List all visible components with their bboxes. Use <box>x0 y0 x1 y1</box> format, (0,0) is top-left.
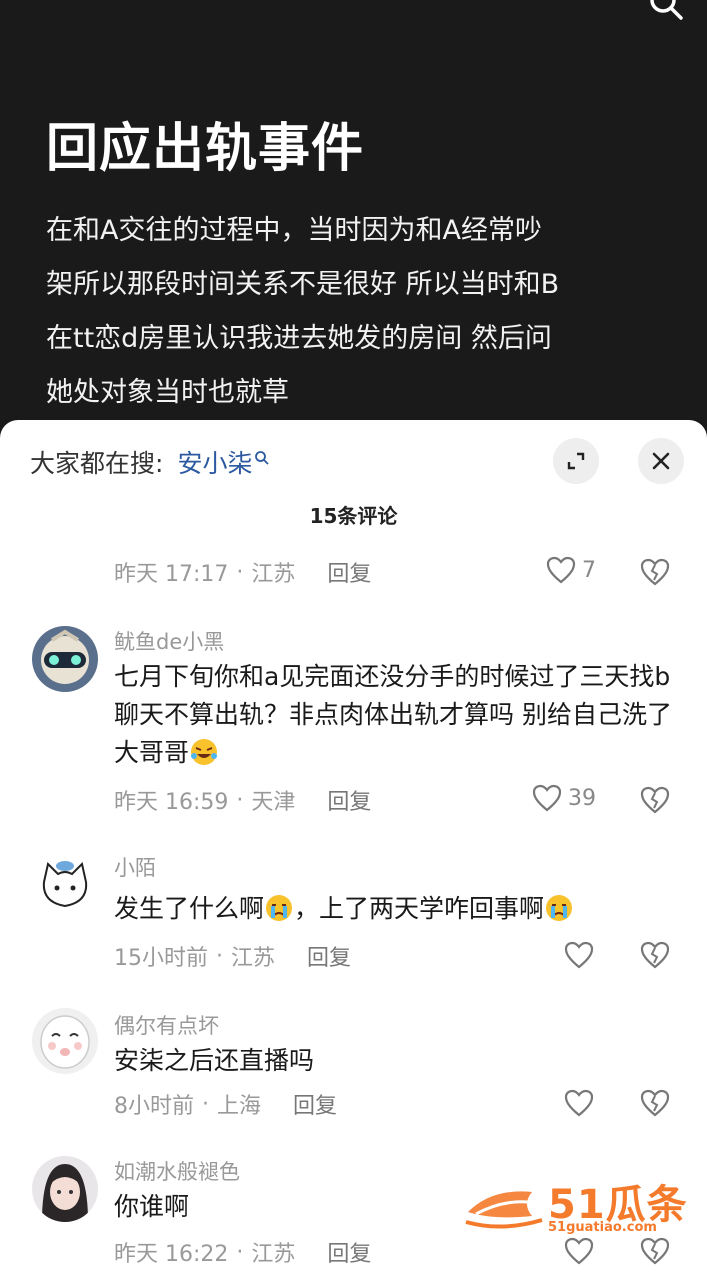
heart-icon <box>532 784 562 812</box>
post-title: 回应出轨事件 <box>46 119 365 179</box>
close-icon <box>652 452 670 470</box>
heart-icon <box>564 941 594 969</box>
avatar[interactable] <box>32 626 98 692</box>
like-count: 39 <box>568 785 596 811</box>
avatar[interactable] <box>32 852 98 918</box>
heart-icon <box>546 556 576 584</box>
post-body: 在和A交往的过程中，当时因为和A经常吵架所以那段时间关系不是很好 所以当时和B在… <box>46 215 560 408</box>
search-prefix: 大家都在搜: <box>30 449 164 478</box>
close-button[interactable] <box>638 438 684 484</box>
comment-location: 江苏 <box>251 562 296 587</box>
reply-button[interactable]: 回复 <box>327 784 371 816</box>
laughing-crying-emoji <box>189 737 219 778</box>
dislike-button[interactable] <box>640 941 670 973</box>
watermark-url: 51guatiao.com <box>548 1220 657 1235</box>
dislike-button[interactable] <box>640 786 670 818</box>
reply-button[interactable]: 回复 <box>307 940 351 972</box>
search-term[interactable]: 安小柒 <box>177 444 252 480</box>
comment-meta: 昨天 16:22 · 江苏 回复 <box>114 1236 371 1268</box>
avatar[interactable] <box>32 1008 98 1074</box>
crying-emoji <box>544 893 574 934</box>
search-icon[interactable] <box>647 0 687 26</box>
reply-button[interactable]: 回复 <box>327 1236 371 1268</box>
comment-text: 发生了什么啊 ，上了两天学咋回事啊 <box>114 890 674 934</box>
comment-text: 安柒之后还直播吗 <box>114 1046 315 1075</box>
comment-meta: 昨天 16:59 · 天津 回复 <box>114 784 371 816</box>
comment-meta: 15小时前 · 江苏 回复 <box>114 940 351 972</box>
search-small-icon <box>254 443 270 472</box>
reply-button[interactable]: 回复 <box>327 556 371 588</box>
like-button[interactable]: 7 <box>546 556 596 584</box>
comment-time: 昨天 16:22 <box>114 1242 229 1267</box>
broken-heart-icon <box>640 786 670 814</box>
search-suggestion[interactable]: 大家都在搜: 安小柒 <box>30 444 270 480</box>
reply-button[interactable]: 回复 <box>293 1088 337 1120</box>
comment-location: 江苏 <box>251 1242 296 1267</box>
broken-heart-icon <box>640 558 670 586</box>
dislike-button[interactable] <box>640 558 670 590</box>
comment-sheet: 大家都在搜: 安小柒 15条评论 昨天 17:17 · 江苏 回复 7 鱿鱼de… <box>0 420 707 1280</box>
like-button[interactable] <box>564 1237 594 1265</box>
comment-time: 15小时前 <box>114 946 208 971</box>
like-button[interactable] <box>564 1089 594 1117</box>
like-button[interactable] <box>564 941 594 969</box>
like-button[interactable]: 39 <box>532 784 596 812</box>
comment-username[interactable]: 偶尔有点坏 <box>114 1010 219 1040</box>
heart-icon <box>564 1089 594 1117</box>
heart-icon <box>564 1237 594 1265</box>
dislike-button[interactable] <box>640 1237 670 1269</box>
comment-username[interactable]: 如潮水般褪色 <box>114 1156 240 1186</box>
broken-heart-icon <box>640 1089 670 1117</box>
comment-text: 七月下旬你和a见完面还没分手的时候过了三天找b聊天不算出轨？非点肉体出轨才算吗 … <box>114 658 674 778</box>
expand-icon <box>567 452 585 470</box>
comment-meta: 昨天 17:17 · 江苏 回复 <box>114 556 371 588</box>
comment-time: 昨天 16:59 <box>114 790 229 815</box>
comment-location: 江苏 <box>231 946 276 971</box>
like-count: 7 <box>582 557 596 583</box>
comment-count: 15条评论 <box>309 504 398 528</box>
broken-heart-icon <box>640 941 670 969</box>
comment-meta: 8小时前 · 上海 回复 <box>114 1088 337 1120</box>
comment-time: 8小时前 <box>114 1094 194 1119</box>
crying-emoji <box>264 893 294 934</box>
comment-time: 昨天 17:17 <box>114 562 229 587</box>
avatar[interactable] <box>32 1156 98 1222</box>
dislike-button[interactable] <box>640 1089 670 1121</box>
comment-username[interactable]: 鱿鱼de小黑 <box>114 626 224 656</box>
comment-location: 上海 <box>217 1094 262 1119</box>
comment-location: 天津 <box>251 790 296 815</box>
expand-button[interactable] <box>553 438 599 484</box>
broken-heart-icon <box>640 1237 670 1265</box>
comment-username[interactable]: 小陌 <box>114 852 156 882</box>
